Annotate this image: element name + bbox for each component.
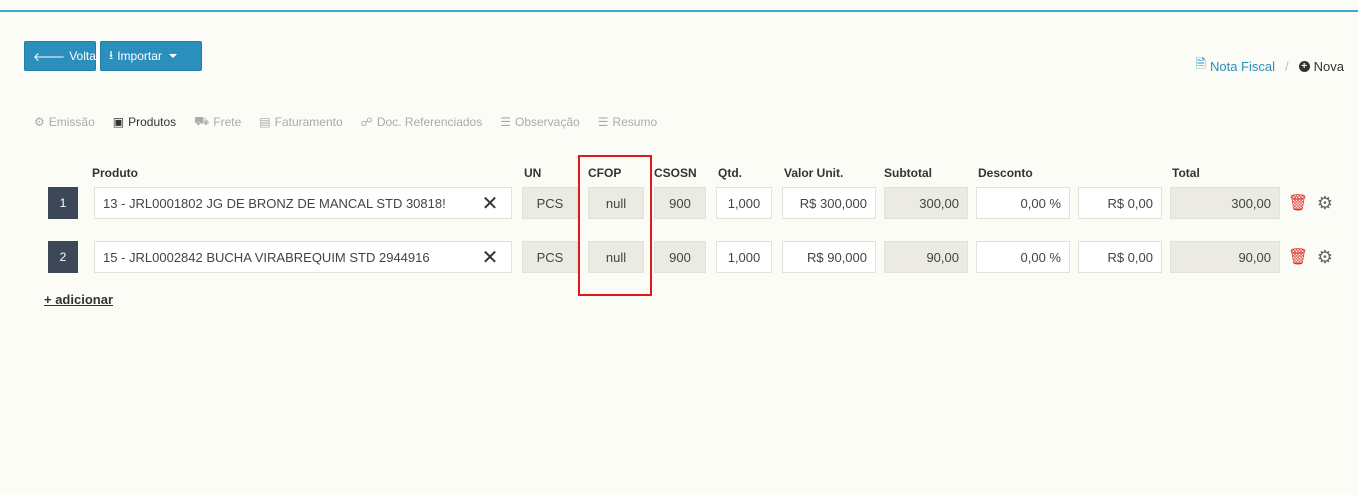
arrow-left-icon: 🡐 xyxy=(33,49,66,64)
box-icon: ▣ xyxy=(112,115,125,129)
clear-product-icon[interactable]: ✕ xyxy=(480,187,500,219)
tab-label: Emissão xyxy=(48,115,95,129)
tab-label: Produtos xyxy=(128,115,177,129)
un-field: PCS xyxy=(522,187,578,219)
importar-button[interactable]: ⭳ Importar xyxy=(100,41,202,71)
tab-label: Frete xyxy=(213,115,242,129)
total-field: 300,00 xyxy=(1170,187,1280,219)
trash-icon[interactable]: 🗑 xyxy=(1288,241,1308,273)
breadcrumb-nota-fiscal[interactable]: 🗎 Nota Fiscal xyxy=(1196,55,1275,77)
qtd-input[interactable]: 1,000 xyxy=(716,241,772,273)
breadcrumb-current: + Nova xyxy=(1298,58,1344,74)
un-field: PCS xyxy=(522,241,578,273)
caret-down-icon xyxy=(168,54,177,58)
tab-frete[interactable]: ⛟ Frete xyxy=(194,114,241,130)
gear-icon[interactable]: ⚙ xyxy=(1316,241,1334,273)
table-row: 1 13 - JRL0001802 JG DE BRONZ DE MANCAL … xyxy=(0,187,1358,223)
tab-resumo[interactable]: ☰ Resumo xyxy=(598,114,657,130)
breadcrumb-current-label: Nova xyxy=(1313,58,1344,74)
truck-icon: ⛟ xyxy=(194,114,210,128)
total-field: 90,00 xyxy=(1170,241,1280,273)
importar-label: Importar xyxy=(117,49,162,63)
tab-emissao[interactable]: ⚙ Emissão xyxy=(34,114,95,130)
document-icon: 🗎 xyxy=(1195,56,1206,71)
product-input[interactable]: 15 - JRL0002842 BUCHA VIRABREQUIM STD 29… xyxy=(94,241,512,273)
header-total: Total xyxy=(1172,166,1200,180)
header-valor-unit: Valor Unit. xyxy=(784,166,844,180)
header-desconto: Desconto xyxy=(978,166,1033,180)
clear-product-icon[interactable]: ✕ xyxy=(480,241,500,273)
breadcrumb: 🗎 Nota Fiscal / + Nova xyxy=(1196,55,1344,77)
header-qtd: Qtd. xyxy=(718,166,742,180)
trash-icon[interactable]: 🗑 xyxy=(1288,187,1308,219)
list-icon: ☰ xyxy=(500,115,511,129)
add-item-link[interactable]: + adicionar xyxy=(44,292,113,307)
voltar-label: Voltar xyxy=(69,49,100,63)
product-input[interactable]: 13 - JRL0001802 JG DE BRONZ DE MANCAL ST… xyxy=(94,187,512,219)
tab-faturamento[interactable]: ▤ Faturamento xyxy=(259,114,342,130)
header-cfop: CFOP xyxy=(588,166,622,180)
valor-unit-input[interactable]: R$ 300,000 xyxy=(782,187,876,219)
header-produto: Produto xyxy=(92,166,138,180)
desconto-valor-input[interactable]: R$ 0,00 xyxy=(1078,187,1162,219)
tab-label: Doc. Referenciados xyxy=(376,115,483,129)
qtd-input[interactable]: 1,000 xyxy=(716,187,772,219)
desconto-percent-input[interactable]: 0,00 % xyxy=(976,187,1070,219)
csosn-field: 900 xyxy=(654,187,706,219)
tab-produtos[interactable]: ▣ Produtos xyxy=(113,114,176,130)
csosn-field: 900 xyxy=(654,241,706,273)
gear-icon: ⚙ xyxy=(34,115,45,129)
breadcrumb-separator: / xyxy=(1285,58,1289,74)
gear-icon[interactable]: ⚙ xyxy=(1316,187,1334,219)
header-csosn: CSOSN xyxy=(654,166,697,180)
valor-unit-input[interactable]: R$ 90,000 xyxy=(782,241,876,273)
cfop-field: null xyxy=(588,187,644,219)
desconto-valor-input[interactable]: R$ 0,00 xyxy=(1078,241,1162,273)
row-number: 2 xyxy=(48,241,78,273)
tab-label: Resumo xyxy=(612,115,658,129)
row-number: 1 xyxy=(48,187,78,219)
desconto-percent-input[interactable]: 0,00 % xyxy=(976,241,1070,273)
cfop-field: null xyxy=(588,241,644,273)
link-icon: ☍ xyxy=(360,115,373,129)
tab-doc-referenciados[interactable]: ☍ Doc. Referenciados xyxy=(361,114,483,130)
download-icon: ⭳ xyxy=(109,47,114,62)
header-subtotal: Subtotal xyxy=(884,166,932,180)
list-icon: ☰ xyxy=(597,115,609,129)
tab-bar: ⚙ Emissão ▣ Produtos ⛟ Frete ▤ Faturamento ☍… xyxy=(34,114,657,130)
tab-observacao[interactable]: ☰ Observação xyxy=(500,114,579,130)
subtotal-field: 300,00 xyxy=(884,187,968,219)
header-un: UN xyxy=(524,166,542,180)
subtotal-field: 90,00 xyxy=(884,241,968,273)
tab-label: Observação xyxy=(514,115,580,129)
top-accent-line xyxy=(0,10,1358,12)
barcode-icon: ▤ xyxy=(259,115,271,129)
table-row: 2 15 - JRL0002842 BUCHA VIRABREQUIM STD … xyxy=(0,241,1358,277)
breadcrumb-nota-fiscal-label: Nota Fiscal xyxy=(1209,58,1276,74)
voltar-button[interactable]: 🡐 Voltar xyxy=(24,41,100,71)
tab-label: Faturamento xyxy=(274,115,343,129)
plus-circle-icon: + xyxy=(1298,60,1310,72)
